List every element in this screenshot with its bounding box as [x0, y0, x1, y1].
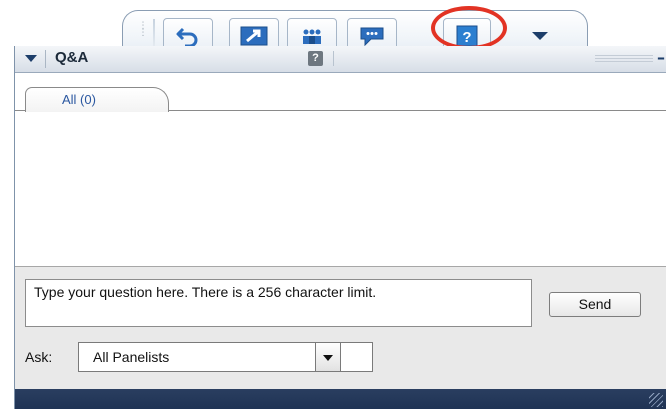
send-button[interactable]: Send — [549, 292, 641, 317]
qa-highlight-circle — [431, 6, 507, 50]
title-divider-right — [333, 51, 334, 66]
titlebar-grip[interactable] — [595, 55, 653, 63]
minimize-button[interactable]: – — [657, 50, 666, 68]
question-input[interactable]: Type your question here. There is a 256 … — [25, 279, 532, 327]
status-bar — [15, 389, 666, 409]
undo-arrow-icon — [176, 27, 198, 48]
toolbar-grip-icon[interactable]: ⋮ ⋮ — [137, 22, 149, 45]
participants-icon — [303, 29, 321, 44]
help-icon[interactable]: ? — [308, 51, 323, 66]
panel-title: Q&A — [55, 49, 89, 66]
ask-selected-value: All Panelists — [93, 349, 170, 365]
tab-all-label: All (0) — [62, 92, 96, 107]
resize-grip-icon[interactable] — [649, 393, 663, 407]
share-icon — [240, 26, 268, 46]
chat-icon — [360, 27, 384, 47]
collapse-arrow-icon[interactable] — [25, 55, 37, 62]
more-dropdown-icon — [532, 32, 548, 40]
tab-all[interactable]: All (0) — [25, 87, 169, 112]
dropdown-arrow-icon[interactable] — [315, 342, 341, 372]
ask-label: Ask: — [25, 349, 53, 365]
panel-titlebar: Q&A ? – — [15, 46, 666, 73]
qa-panel: Q&A ? – All (0) Type your question here.… — [14, 46, 666, 409]
tab-strip: All (0) — [15, 73, 666, 112]
question-list[interactable] — [15, 111, 666, 267]
title-divider — [45, 50, 46, 68]
